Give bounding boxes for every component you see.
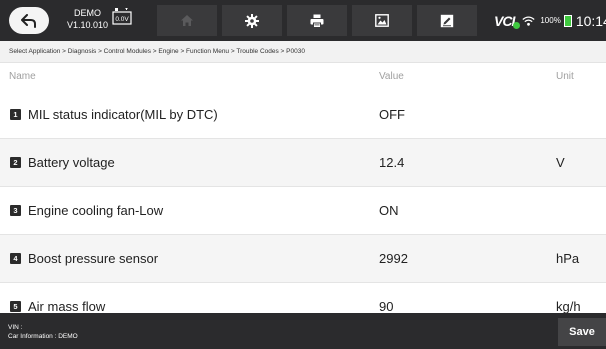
vci-connected-dot	[513, 21, 521, 29]
row-name: Air mass flow	[28, 299, 106, 313]
vin-label: VIN :	[8, 324, 23, 331]
battery-voltage-button[interactable]: 0.0V	[112, 7, 132, 32]
row-unit: kg/h	[556, 299, 581, 313]
row-number: 4	[10, 253, 21, 264]
image-icon	[375, 14, 389, 27]
column-header-value: Value	[379, 71, 404, 82]
back-button[interactable]	[9, 7, 49, 34]
row-name: Engine cooling fan-Low	[28, 203, 164, 218]
diagnostic-screen: DEMO V1.10.010 0.0V VCI 100% 10:1 Select…	[0, 0, 606, 349]
table-row[interactable]: 5 Air mass flow 90 kg/h	[0, 283, 606, 313]
battery-voltage-text: 0.0V	[115, 16, 129, 23]
gear-icon	[245, 13, 259, 28]
wifi-icon	[522, 16, 535, 26]
vehicle-info: VIN : Car Information : DEMO	[8, 323, 78, 341]
edit-icon	[440, 14, 454, 27]
row-name: MIL status indicator(MIL by DTC)	[28, 107, 218, 122]
printer-icon	[310, 14, 324, 28]
print-button[interactable]	[287, 5, 347, 36]
battery-voltage-icon: 0.0V	[112, 7, 132, 25]
row-value: 90	[379, 299, 394, 313]
settings-button[interactable]	[222, 5, 282, 36]
vci-label: VCI	[494, 12, 515, 29]
home-button[interactable]	[157, 5, 217, 36]
column-header-unit: Unit	[556, 71, 574, 82]
row-name: Boost pressure sensor	[28, 251, 159, 266]
table-header: Name Value Unit	[0, 63, 606, 91]
row-value: OFF	[379, 107, 405, 122]
table-row[interactable]: 2 Battery voltage 12.4 V	[0, 139, 606, 187]
row-name: Battery voltage	[28, 155, 115, 170]
row-unit: V	[556, 155, 565, 170]
top-bar: DEMO V1.10.010 0.0V VCI 100% 10:1	[0, 0, 606, 41]
data-stream-list[interactable]: 1 MIL status indicator(MIL by DTC) OFF 2…	[0, 91, 606, 313]
row-number: 5	[10, 301, 21, 312]
row-number: 2	[10, 157, 21, 168]
bottom-bar: VIN : Car Information : DEMO Save	[0, 313, 606, 349]
home-icon	[181, 15, 193, 26]
battery-percent: 100%	[540, 16, 561, 25]
back-arrow-icon	[21, 13, 36, 28]
clock: 10:14	[575, 12, 606, 29]
table-row[interactable]: 4 Boost pressure sensor 2992 hPa	[0, 235, 606, 283]
screenshot-button[interactable]	[352, 5, 412, 36]
car-info-label: Car Information : DEMO	[8, 333, 78, 340]
battery-icon	[563, 14, 572, 27]
row-unit: hPa	[556, 251, 580, 266]
row-value: 2992	[379, 251, 408, 266]
vci-status: VCI	[494, 12, 521, 29]
version-info: DEMO V1.10.010	[60, 7, 115, 31]
version-number: V1.10.010	[66, 20, 109, 30]
breadcrumb: Select Application > Diagnosis > Control…	[0, 41, 606, 63]
app-name: DEMO	[74, 8, 101, 18]
column-header-name: Name	[9, 71, 36, 82]
status-area: VCI 100% 10:14	[494, 0, 606, 41]
save-button[interactable]: Save	[558, 318, 606, 346]
row-value: ON	[379, 203, 399, 218]
table-row[interactable]: 1 MIL status indicator(MIL by DTC) OFF	[0, 91, 606, 139]
row-number: 1	[10, 109, 21, 120]
edit-button[interactable]	[417, 5, 477, 36]
table-row[interactable]: 3 Engine cooling fan-Low ON	[0, 187, 606, 235]
row-value: 12.4	[379, 155, 405, 170]
row-number: 3	[10, 205, 21, 216]
